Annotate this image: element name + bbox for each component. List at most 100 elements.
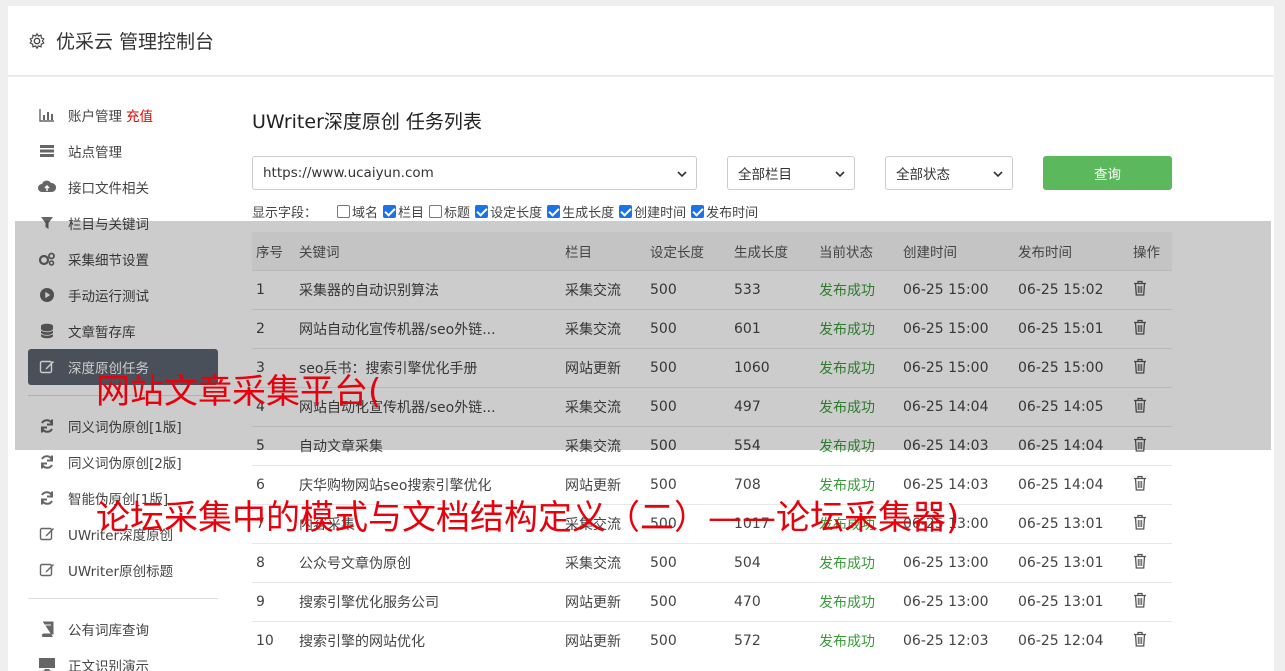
field-checkbox[interactable]: 域名 (337, 202, 378, 221)
table-row: 8 公众号文章伪原创 采集交流 500 504 发布成功 06-25 13:00 06-25 … (252, 542, 1172, 582)
table-row: 9 搜索引擎优化服务公司 网站更新 500 470 发布成功 06-25 13:00 06-2… (252, 581, 1172, 621)
server-icon (38, 143, 56, 159)
sidebar-item[interactable]: 接口文件相关 (28, 169, 218, 205)
checkbox-box[interactable] (337, 204, 351, 218)
table-cell: 06-25 13:01 (1018, 542, 1133, 582)
table-cell: 500 (650, 620, 734, 660)
sidebar-item-label: 账户管理 (68, 109, 122, 125)
table-cell: 06-25 14:04 (1018, 464, 1133, 504)
field-checkbox-label: 栏目 (398, 205, 425, 221)
checkbox-box[interactable] (383, 204, 397, 218)
sidebar-item-label: 正文识别演示 (68, 659, 149, 671)
site-select[interactable]: https://www.ucaiyun.com (252, 156, 697, 190)
table-cell: 500 (650, 542, 734, 582)
trash-icon[interactable] (1133, 631, 1147, 647)
gear-icon (29, 32, 45, 49)
query-button[interactable]: 查询 (1043, 156, 1172, 190)
site-select-value: https://www.ucaiyun.com (263, 165, 434, 181)
table-cell: 470 (734, 581, 819, 621)
monitor-icon (38, 657, 56, 671)
checkbox-box[interactable] (475, 204, 489, 218)
action-cell (1133, 503, 1172, 543)
recharge-link[interactable]: 充值 (126, 105, 153, 125)
field-checkbox-label: 创建时间 (634, 205, 687, 221)
sidebar-item[interactable]: 站点管理 (28, 133, 218, 169)
field-checkbox[interactable]: 发布时间 (691, 202, 758, 221)
page-title: UWriter深度原创 任务列表 (252, 111, 482, 133)
checkbox-box[interactable] (547, 204, 561, 218)
checkbox-box[interactable] (429, 204, 443, 218)
display-fields-label: 显示字段： (252, 205, 318, 221)
sidebar-item[interactable]: 正文识别演示 (28, 647, 218, 671)
overlay-title-line1: 网站文章采集平台( (96, 372, 382, 412)
action-cell (1133, 581, 1172, 621)
refresh-icon (38, 454, 56, 470)
chevron-down-icon (993, 171, 1003, 178)
filter-bar: https://www.ucaiyun.com 全部栏目 全部状态 查询 (252, 156, 1182, 190)
field-checkbox[interactable]: 栏目 (383, 202, 424, 221)
overlay-title-line2: 论坛采集中的模式与文档结构定义（二）——论坛采集器) (96, 498, 960, 538)
sidebar-divider (28, 598, 218, 599)
status-select-value: 全部状态 (896, 167, 950, 183)
app-title: 优采云 管理控制台 (56, 31, 215, 53)
table-cell: 采集交流 (565, 542, 650, 582)
field-checkbox[interactable]: 设定长度 (475, 202, 542, 221)
cloud-upload-icon (38, 179, 56, 195)
sidebar-item-label: 同义词伪原创[2版] (68, 456, 182, 472)
field-checkbox-label: 生成长度 (562, 205, 615, 221)
table-cell: 06-25 12:03 (903, 620, 1018, 660)
table-cell: 10 (252, 620, 299, 660)
edit-icon (38, 526, 56, 542)
sidebar-item-label: UWriter原创标题 (68, 564, 174, 580)
table-row: 10 搜索引擎的网站优化 网站更新 500 572 发布成功 06-25 12:03 06-2… (252, 620, 1172, 660)
column-select[interactable]: 全部栏目 (727, 156, 855, 190)
sidebar-item[interactable]: 账户管理 充值 (28, 97, 218, 133)
trash-icon[interactable] (1133, 592, 1147, 608)
sidebar-item-label: 公有词库查询 (68, 623, 149, 639)
action-cell (1133, 620, 1172, 660)
field-checkbox-label: 设定长度 (490, 205, 543, 221)
field-checkbox[interactable]: 创建时间 (619, 202, 686, 221)
chevron-down-icon (677, 171, 687, 178)
table-cell: 网站更新 (565, 581, 650, 621)
checkbox-box[interactable] (691, 204, 705, 218)
field-checkbox[interactable]: 标题 (429, 202, 470, 221)
bar-chart-icon (38, 107, 56, 123)
table-cell: 搜索引擎优化服务公司 (299, 581, 565, 621)
sidebar-item[interactable]: 公有词库查询 (28, 611, 218, 647)
display-fields: 显示字段： 域名 栏目 标题 设定长度 生成长度 创建时间 发布时间 (252, 201, 763, 221)
table-cell: 发布成功 (819, 542, 903, 582)
table-cell: 网站更新 (565, 620, 650, 660)
table-cell: 9 (252, 581, 299, 621)
top-bar: 优采云 管理控制台 (8, 6, 1274, 76)
table-cell: 发布成功 (819, 581, 903, 621)
table-cell: 06-25 13:00 (903, 542, 1018, 582)
status-select[interactable]: 全部状态 (885, 156, 1013, 190)
sidebar-item[interactable]: UWriter原创标题 (28, 552, 218, 588)
table-cell: 发布成功 (819, 620, 903, 660)
checkbox-box[interactable] (619, 204, 633, 218)
book-icon (38, 621, 56, 637)
table-cell: 06-25 13:00 (903, 581, 1018, 621)
table-cell: 06-25 13:01 (1018, 503, 1133, 543)
trash-icon[interactable] (1133, 475, 1147, 491)
field-checkbox-label: 域名 (352, 205, 379, 221)
edit-icon (38, 562, 56, 578)
table-cell: 06-25 13:01 (1018, 581, 1133, 621)
table-cell: 572 (734, 620, 819, 660)
overlay-banner (15, 221, 1271, 450)
trash-icon[interactable] (1133, 553, 1147, 569)
chevron-down-icon (835, 171, 845, 178)
table-cell: 8 (252, 542, 299, 582)
column-select-value: 全部栏目 (738, 167, 792, 183)
sidebar-item-label: 站点管理 (68, 145, 122, 161)
table-cell: 搜索引擎的网站优化 (299, 620, 565, 660)
table-cell: 公众号文章伪原创 (299, 542, 565, 582)
field-checkbox-label: 发布时间 (706, 205, 759, 221)
action-cell (1133, 464, 1172, 504)
field-checkbox-label: 标题 (444, 205, 471, 221)
table-cell: 504 (734, 542, 819, 582)
trash-icon[interactable] (1133, 514, 1147, 530)
field-checkbox[interactable]: 生成长度 (547, 202, 614, 221)
table-cell: 500 (650, 581, 734, 621)
